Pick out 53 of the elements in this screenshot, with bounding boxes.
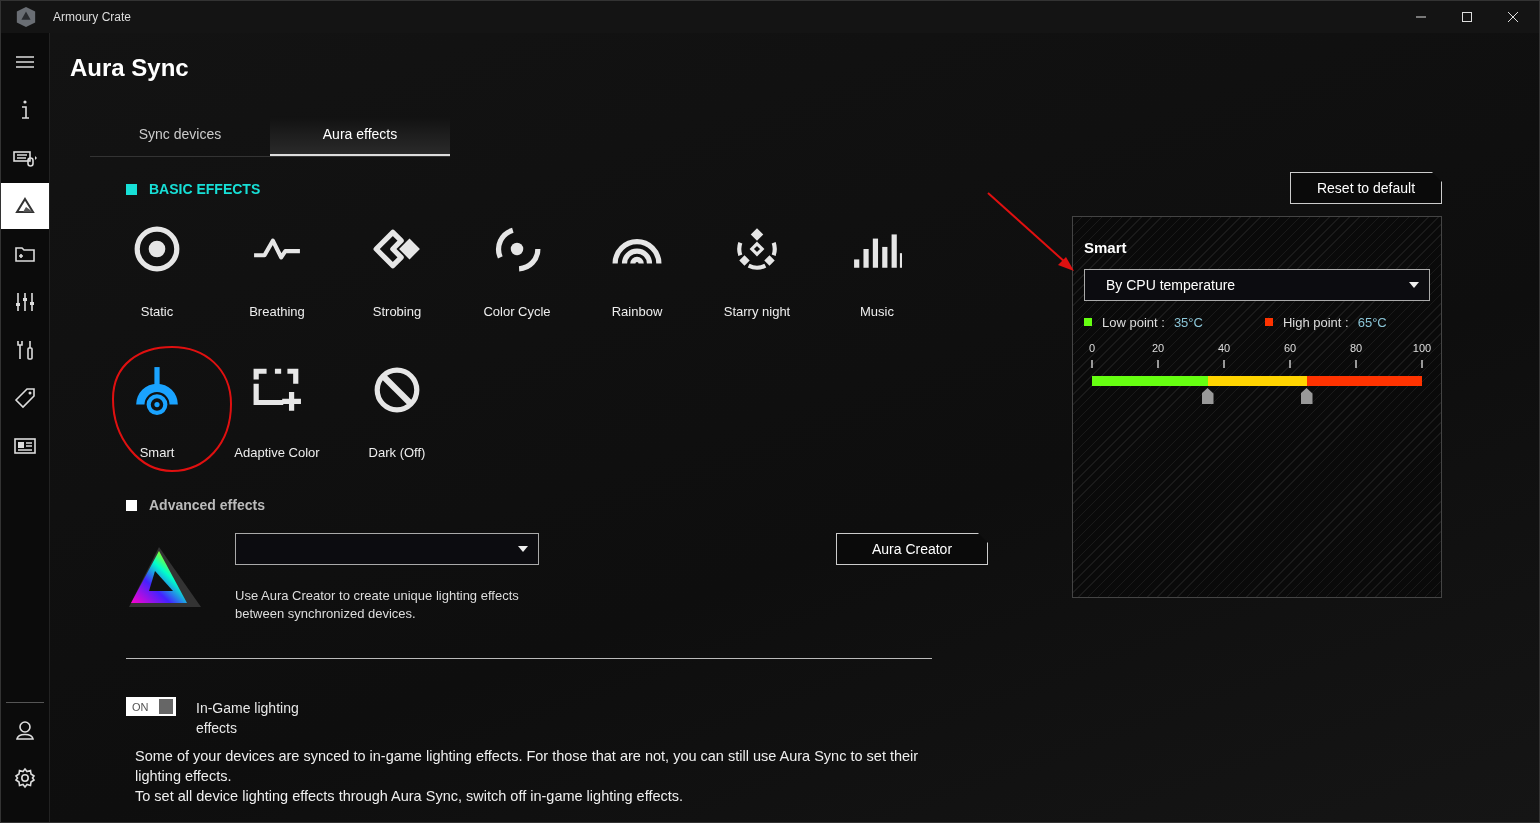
settings-icon[interactable] [13,766,37,790]
toggle-label: In-Game lighting effects [196,699,300,738]
user-icon[interactable] [13,718,37,742]
scale-label: 80 [1349,342,1363,354]
caret-icon [518,546,528,552]
scale-label: 60 [1283,342,1297,354]
panel-title: Smart [1084,239,1128,256]
prism-logo-icon [129,545,201,607]
effect-option[interactable]: Static [97,210,217,348]
description-text: Use Aura Creator to create unique lighting effects between synchronized devices. [235,587,520,623]
scale-label: 100 [1412,342,1432,354]
slider-handle[interactable] [1201,388,1214,404]
point-label: Low point : [1102,314,1165,330]
section-title: BASIC EFFECTS [149,181,261,197]
section-marker[interactable] [126,183,137,195]
effect-option[interactable]: Starry night [697,210,817,348]
section-marker[interactable] [126,499,137,511]
maximize-icon[interactable] [1461,11,1473,23]
prohibited-icon [372,365,422,415]
scale-label: 0 [1088,342,1096,354]
close-icon[interactable] [1507,11,1519,23]
effect-option[interactable]: Dark (Off) [337,351,457,489]
aura-creator-button[interactable]: Aura Creator [836,533,988,565]
effect-option[interactable]: Music [817,210,937,348]
point-value: 65°C [1357,314,1387,330]
window-title: Armoury Crate [53,10,132,24]
info-text: To set all device lighting effects through Aura Sync, switch off in-game lighting effects. [135,787,685,806]
point-value: 35°C [1173,314,1203,330]
tab[interactable]: Sync devices [90,116,270,156]
scale-label: 40 [1217,342,1231,354]
sliders-icon[interactable] [13,290,37,314]
caret-icon [1409,282,1419,288]
target-icon [132,224,182,274]
effect-option[interactable]: Breathing [217,210,337,348]
effect-option[interactable]: Smart [97,351,217,489]
section-title: Advanced effects [149,497,265,513]
effect-dropdown[interactable] [235,533,539,565]
sidebar-item[interactable] [1,183,49,229]
slider-handle[interactable] [1300,388,1313,404]
effect-option[interactable]: Rainbow [577,210,697,348]
app-logo-icon [15,6,37,28]
info-text: Some of your devices are synced to in-game lighting effects. For those that are not, you can still use Aura Sync to set their lighting effects. [135,747,920,786]
range-slider[interactable] [1092,376,1422,406]
reset-button[interactable]: Reset to default [1290,172,1442,204]
effect-option[interactable]: Color Cycle [457,210,577,348]
effect-option[interactable]: Adaptive Color [217,351,337,489]
tag-icon[interactable] [13,386,37,410]
page-title: Aura Sync [70,53,190,83]
effect-option[interactable]: Strobing [337,210,457,348]
point-label: High point : [1282,314,1349,330]
toggle-switch[interactable]: ON [126,697,176,716]
scale-label: 20 [1151,342,1165,354]
source-dropdown[interactable]: By CPU temperature [1084,269,1430,301]
